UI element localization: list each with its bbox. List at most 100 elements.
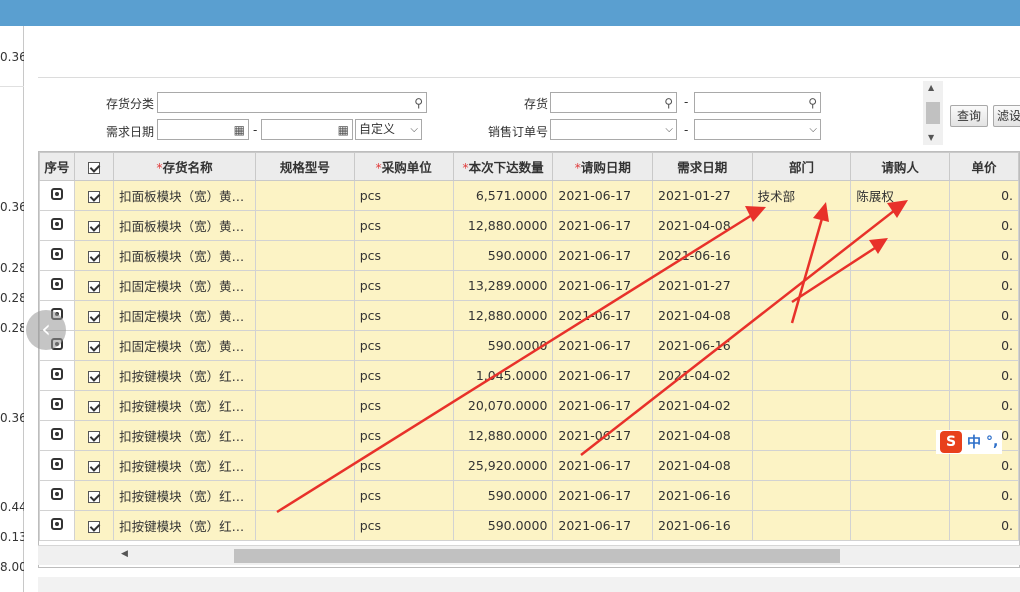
cell-qty[interactable]: 6,571.0000 [452, 180, 554, 211]
cell-req-date[interactable]: 2021-06-17 [552, 300, 653, 331]
search-icon[interactable]: ⚲ [808, 96, 817, 110]
cell-requester[interactable] [850, 300, 951, 331]
cell-spec[interactable] [254, 180, 355, 211]
cell-spec[interactable] [254, 390, 355, 421]
ime-mode[interactable]: 中 [967, 432, 981, 452]
cell-need-date[interactable]: 2021-04-08 [652, 450, 753, 481]
cell-need-date[interactable]: 2021-04-02 [652, 360, 753, 391]
cell-name[interactable]: 扣面板模块（宽）黄… [113, 210, 256, 241]
table-row[interactable]: 扣按键模块（宽）红… pcs 20,070.0000 2021-06-17 2021-0… [39, 390, 1019, 421]
cell-spec[interactable] [254, 300, 355, 331]
cell-dept[interactable] [751, 390, 852, 421]
cell-price[interactable]: 0. [949, 210, 1019, 241]
row-checkbox[interactable] [87, 400, 100, 413]
calendar-icon[interactable]: ▦ [338, 123, 349, 137]
row-settings-cell[interactable] [39, 210, 75, 241]
cell-need-date[interactable]: 2021-04-02 [652, 390, 753, 421]
cell-name[interactable]: 扣按键模块（宽）红… [113, 510, 256, 541]
cell-unit[interactable]: pcs [353, 180, 454, 211]
cell-dept[interactable] [751, 360, 852, 391]
row-check-cell[interactable] [73, 390, 115, 421]
cell-req-date[interactable]: 2021-06-17 [552, 480, 653, 511]
cell-unit[interactable]: pcs [353, 420, 454, 451]
cell-req-date[interactable]: 2021-06-17 [552, 270, 653, 301]
query-button[interactable]: 查询 [950, 105, 988, 127]
cell-unit[interactable]: pcs [353, 210, 454, 241]
cell-name[interactable]: 扣按键模块（宽）红… [113, 360, 256, 391]
scroll-down-icon[interactable]: ▼ [928, 133, 934, 142]
cell-unit[interactable]: pcs [353, 390, 454, 421]
sogou-logo-icon[interactable]: S [940, 431, 962, 453]
category-input[interactable]: ⚲ [157, 92, 427, 113]
row-settings-cell[interactable] [39, 270, 75, 301]
cell-unit[interactable]: pcs [353, 270, 454, 301]
grid-scroll-thumb[interactable] [234, 549, 840, 563]
cell-spec[interactable] [254, 480, 355, 511]
cell-need-date[interactable]: 2021-04-08 [652, 210, 753, 241]
gear-icon[interactable] [50, 428, 63, 440]
cell-req-date[interactable]: 2021-06-17 [552, 420, 653, 451]
header-select-all[interactable] [73, 152, 115, 181]
row-settings-cell[interactable] [39, 390, 75, 421]
cell-req-date[interactable]: 2021-06-17 [552, 330, 653, 361]
cell-qty[interactable]: 590.0000 [452, 480, 554, 511]
table-row[interactable]: 扣固定模块（宽）黄… pcs 590.0000 2021-06-17 2021-06-1… [39, 330, 1019, 361]
sales-order-to-select[interactable]: ⌵ [694, 119, 821, 140]
cell-need-date[interactable]: 2021-04-08 [652, 300, 753, 331]
row-checkbox[interactable] [87, 250, 100, 263]
row-checkbox[interactable] [87, 430, 100, 443]
cell-spec[interactable] [254, 270, 355, 301]
header-name[interactable]: *存货名称 [113, 152, 256, 181]
row-check-cell[interactable] [73, 330, 115, 361]
row-settings-cell[interactable] [39, 420, 75, 451]
row-checkbox[interactable] [87, 220, 100, 233]
table-row[interactable]: 扣面板模块（宽）黄… pcs 12,880.0000 2021-06-17 2021-0… [39, 210, 1019, 241]
row-checkbox[interactable] [87, 280, 100, 293]
table-row[interactable]: 扣面板模块（宽）黄… pcs 590.0000 2021-06-17 2021-06-1… [39, 240, 1019, 271]
cell-price[interactable]: 0. [949, 270, 1019, 301]
cell-price[interactable]: 0. [949, 510, 1019, 541]
cell-price[interactable]: 0. [949, 360, 1019, 391]
search-icon[interactable]: ⚲ [664, 96, 673, 110]
scroll-left-icon[interactable]: ◀ [121, 549, 128, 559]
gear-icon[interactable] [50, 248, 63, 260]
header-dept[interactable]: 部门 [751, 152, 852, 181]
row-checkbox[interactable] [87, 460, 100, 473]
cell-name[interactable]: 扣固定模块（宽）黄… [113, 300, 256, 331]
row-check-cell[interactable] [73, 480, 115, 511]
search-plus-icon[interactable]: ⚲ [414, 96, 423, 110]
cell-requester[interactable] [850, 480, 951, 511]
cell-price[interactable]: 0. [949, 240, 1019, 271]
cell-qty[interactable]: 13,289.0000 [452, 270, 554, 301]
row-check-cell[interactable] [73, 360, 115, 391]
cell-dept[interactable] [751, 210, 852, 241]
table-row[interactable]: 扣按键模块（宽）红… pcs 25,920.0000 2021-06-17 2021-0… [39, 450, 1019, 481]
grid-horizontal-scrollbar[interactable]: ◀ [38, 545, 1020, 565]
cell-name[interactable]: 扣面板模块（宽）黄… [113, 180, 256, 211]
select-all-checkbox[interactable] [87, 161, 100, 174]
cell-price[interactable]: 0. [949, 390, 1019, 421]
filter-scrollbar[interactable]: ▲ ▼ [923, 81, 943, 145]
cell-req-date[interactable]: 2021-06-17 [552, 390, 653, 421]
inventory-to-input[interactable]: ⚲ [694, 92, 821, 113]
date-range-select[interactable]: 自定义 ⌵ [355, 119, 422, 140]
cell-name[interactable]: 扣按键模块（宽）红… [113, 450, 256, 481]
cell-req-date[interactable]: 2021-06-17 [552, 240, 653, 271]
cell-dept[interactable] [751, 420, 852, 451]
table-row[interactable]: 扣按键模块（宽）红… pcs 1,045.0000 2021-06-17 2021-04… [39, 360, 1019, 391]
cell-requester[interactable]: 陈展权 [850, 180, 951, 211]
cell-spec[interactable] [254, 420, 355, 451]
cell-qty[interactable]: 1,045.0000 [452, 360, 554, 391]
cell-requester[interactable] [850, 420, 951, 451]
cell-qty[interactable]: 25,920.0000 [452, 450, 554, 481]
header-requester[interactable]: 请购人 [850, 152, 951, 181]
row-check-cell[interactable] [73, 420, 115, 451]
cell-name[interactable]: 扣固定模块（宽）黄… [113, 330, 256, 361]
ime-toolbar[interactable]: S 中 °, [936, 430, 1003, 454]
row-settings-cell[interactable] [39, 480, 75, 511]
row-check-cell[interactable] [73, 270, 115, 301]
gear-icon[interactable] [50, 368, 63, 380]
cell-dept[interactable]: 技术部 [751, 180, 852, 211]
row-checkbox[interactable] [87, 340, 100, 353]
cell-req-date[interactable]: 2021-06-17 [552, 360, 653, 391]
